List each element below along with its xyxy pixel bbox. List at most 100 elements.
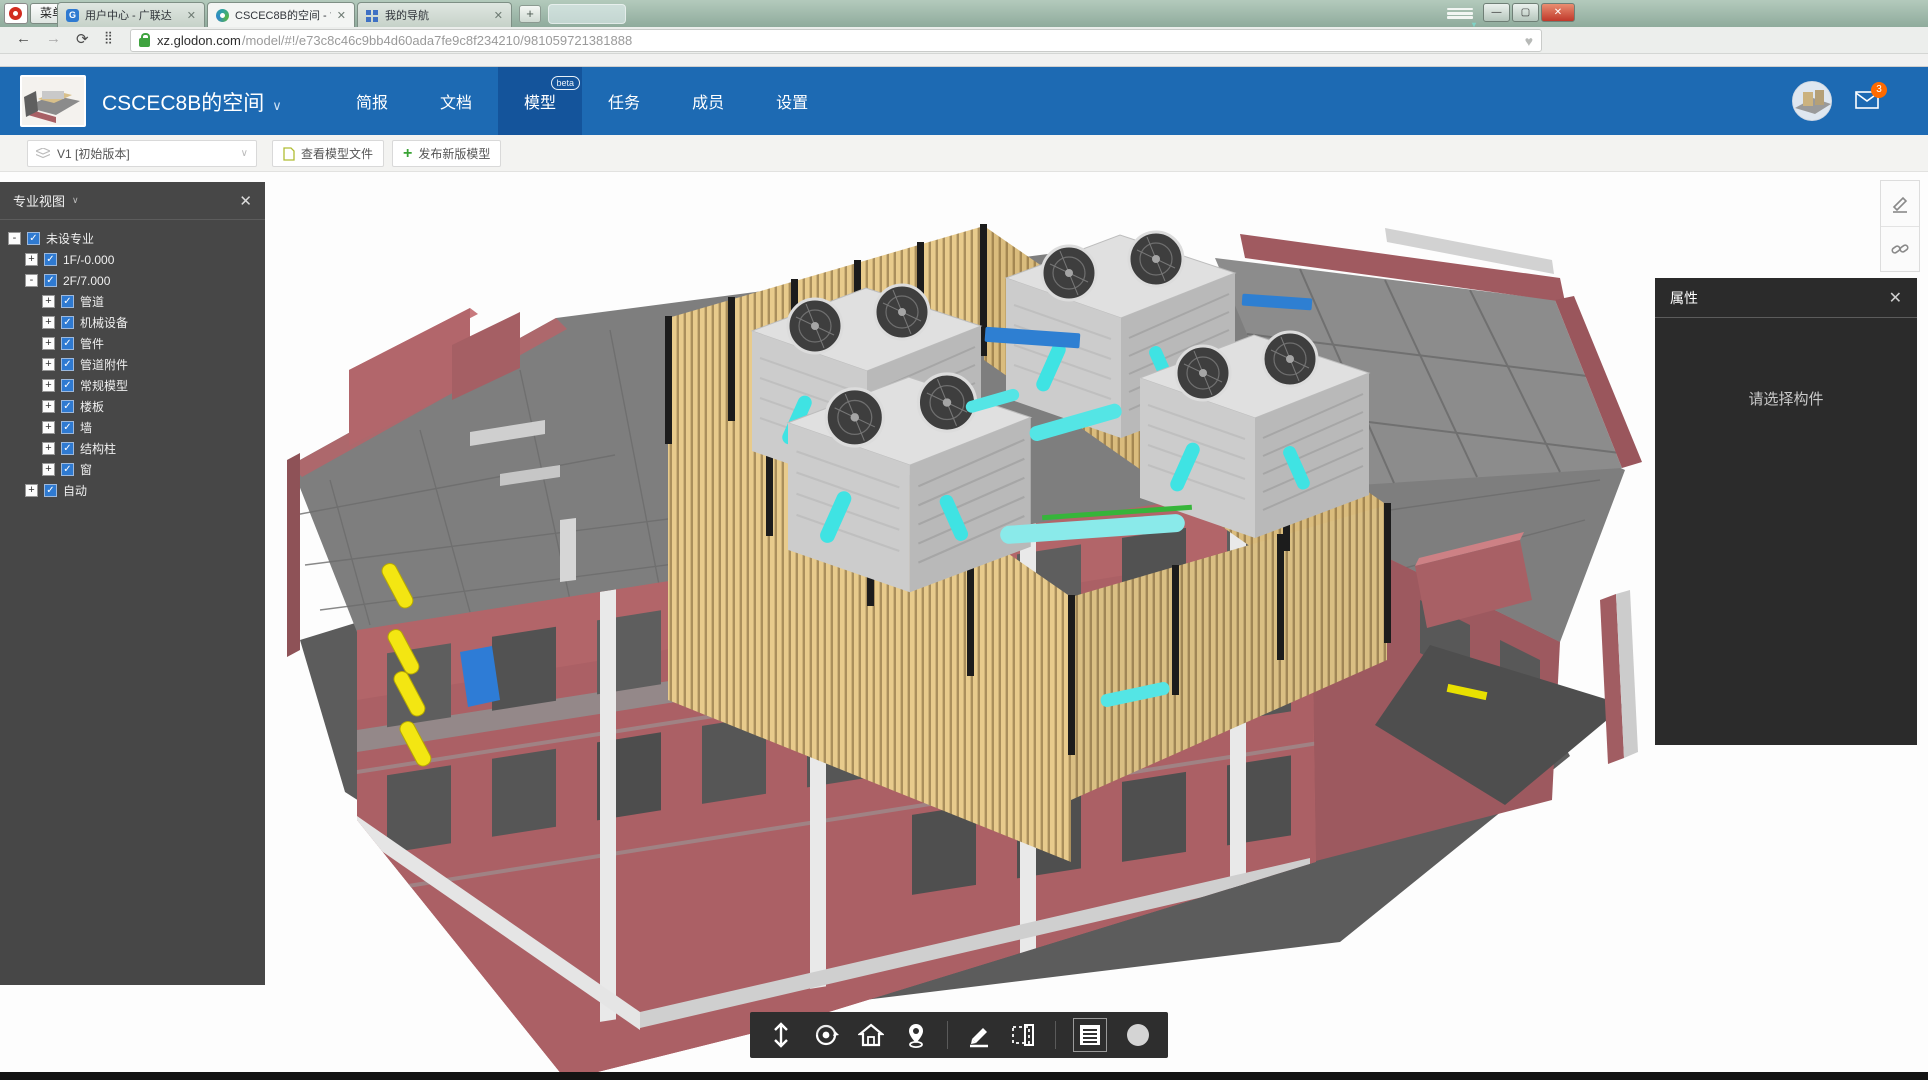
tree-row[interactable]: +✓管道	[0, 291, 265, 312]
render-mode-button[interactable]	[1124, 1021, 1152, 1049]
browser-tab[interactable]: 我的导航✕	[357, 2, 512, 27]
expand-icon[interactable]: +	[42, 295, 55, 308]
ghost-tab[interactable]	[548, 4, 626, 24]
section-button[interactable]	[1010, 1021, 1038, 1049]
browser-tab-bar: 菜单 G用户中心 - 广联达✕CSCEC8B的空间 - 协筑✕我的导航✕ + ▾…	[0, 0, 1928, 27]
tree-row[interactable]: +✓常规模型	[0, 375, 265, 396]
window-maximize-button[interactable]: ▢	[1512, 3, 1539, 22]
expand-icon[interactable]: +	[42, 358, 55, 371]
markup-edit-button[interactable]	[1881, 181, 1919, 226]
visibility-checkbox[interactable]: ✓	[61, 316, 74, 329]
browser-logo-icon[interactable]	[4, 3, 28, 24]
project-thumbnail[interactable]	[20, 75, 86, 127]
link-icon	[1890, 239, 1910, 259]
version-select[interactable]: V1 [初始版本] ∨	[27, 140, 257, 167]
avatar[interactable]	[1792, 81, 1832, 121]
tree-label: 结构柱	[80, 440, 116, 457]
model-viewport[interactable]	[0, 172, 1928, 1080]
visibility-checkbox[interactable]: ✓	[27, 232, 40, 245]
walkthrough-button[interactable]	[902, 1021, 930, 1049]
apps-grid-icon[interactable]: ⣿	[104, 30, 113, 44]
component-list-button[interactable]	[1073, 1018, 1107, 1052]
expand-icon[interactable]: +	[25, 253, 38, 266]
tree-row[interactable]: +✓墙	[0, 417, 265, 438]
expand-icon[interactable]: +	[42, 421, 55, 434]
toolbar-divider	[1055, 1021, 1056, 1049]
window-close-button[interactable]: ✕	[1541, 3, 1575, 22]
version-label: V1 [初始版本]	[57, 145, 130, 162]
tree-row[interactable]: +✓窗	[0, 459, 265, 480]
collapse-icon[interactable]: -	[8, 232, 21, 245]
file-icon	[283, 147, 295, 161]
collapse-icon[interactable]: -	[25, 274, 38, 287]
publish-model-button[interactable]: + 发布新版模型	[392, 140, 501, 167]
tab-close-icon[interactable]: ✕	[187, 9, 196, 22]
tree-row[interactable]: + ✓ 自动	[0, 480, 265, 501]
bookmark-heart-icon[interactable]: ♥	[1525, 33, 1533, 49]
forward-icon[interactable]: →	[46, 30, 61, 47]
properties-header: 属性 ✕	[1655, 278, 1917, 318]
nav-item-2[interactable]: 模型beta	[498, 67, 582, 135]
workspace-title[interactable]: CSCEC8B的空间∨	[102, 87, 282, 117]
nav-item-1[interactable]: 文档	[414, 67, 498, 135]
mail-button[interactable]: 3	[1855, 91, 1881, 110]
tree-row[interactable]: + ✓ 楼板	[0, 396, 265, 417]
nav-item-4[interactable]: 成员	[666, 67, 750, 135]
new-tab-button[interactable]: +	[519, 5, 541, 23]
view-model-files-button[interactable]: 查看模型文件	[272, 140, 384, 167]
visibility-checkbox[interactable]: ✓	[44, 484, 57, 497]
orbit-button[interactable]	[812, 1021, 840, 1049]
back-icon[interactable]: ←	[16, 30, 31, 47]
nav-item-5[interactable]: 设置	[750, 67, 834, 135]
visibility-checkbox[interactable]: ✓	[61, 400, 74, 413]
render-mode-icon	[1127, 1024, 1149, 1046]
browser-hamburger-icon[interactable]: ▾	[1447, 6, 1473, 22]
visibility-checkbox[interactable]: ✓	[61, 463, 74, 476]
expand-icon[interactable]: +	[25, 484, 38, 497]
nav-item-3[interactable]: 任务	[582, 67, 666, 135]
tab-close-icon[interactable]: ✕	[337, 9, 346, 22]
expand-icon[interactable]: +	[42, 463, 55, 476]
url-field[interactable]: xz.glodon.com/model/#!/e73c8c46c9bb4d60a…	[130, 29, 1542, 52]
tree-row[interactable]: +✓1F/-0.000	[0, 249, 265, 270]
markup-button[interactable]	[965, 1021, 993, 1049]
tree-label: 未设专业	[46, 230, 94, 247]
fit-view-button[interactable]	[767, 1021, 795, 1049]
tree-row[interactable]: + ✓ 结构柱	[0, 438, 265, 459]
home-icon	[858, 1022, 884, 1048]
visibility-checkbox[interactable]: ✓	[61, 358, 74, 371]
tree-row[interactable]: -✓ 未设专业	[0, 228, 265, 249]
tree-label: 楼板	[80, 398, 104, 415]
visibility-checkbox[interactable]: ✓	[44, 253, 57, 266]
expand-icon[interactable]: +	[42, 379, 55, 392]
refresh-icon[interactable]: ⟳	[76, 30, 89, 48]
model-tree: -✓未设专业+✓1F/-0.000-✓2F/7.000+✓管道+✓机械设备+✓管…	[0, 220, 265, 501]
expand-icon[interactable]: +	[42, 316, 55, 329]
visibility-checkbox[interactable]: ✓	[61, 379, 74, 392]
tree-label: 自动	[63, 482, 87, 499]
home-view-button[interactable]	[857, 1021, 885, 1049]
expand-icon[interactable]: +	[42, 442, 55, 455]
tree-row[interactable]: +✓管道附件	[0, 354, 265, 375]
share-link-button[interactable]	[1881, 226, 1919, 271]
expand-icon[interactable]: +	[42, 337, 55, 350]
tree-row[interactable]: +✓管件	[0, 333, 265, 354]
tree-row[interactable]: +✓机械设备	[0, 312, 265, 333]
visibility-checkbox[interactable]: ✓	[44, 274, 57, 287]
close-icon[interactable]: ✕	[239, 192, 252, 210]
visibility-checkbox[interactable]: ✓	[61, 295, 74, 308]
chevron-down-icon[interactable]: ∨	[72, 195, 79, 206]
close-icon[interactable]: ✕	[1889, 288, 1902, 308]
expand-icon[interactable]: +	[42, 400, 55, 413]
visibility-checkbox[interactable]: ✓	[61, 421, 74, 434]
nav-item-0[interactable]: 简报	[330, 67, 414, 135]
window-minimize-button[interactable]: —	[1483, 3, 1510, 22]
browser-tab[interactable]: G用户中心 - 广联达✕	[57, 2, 205, 27]
tree-row[interactable]: -✓ 2F/7.000	[0, 270, 265, 291]
visibility-checkbox[interactable]: ✓	[61, 442, 74, 455]
tab-close-icon[interactable]: ✕	[494, 9, 503, 22]
tree-label: 2F/7.000	[63, 274, 110, 288]
browser-tab[interactable]: CSCEC8B的空间 - 协筑✕	[207, 2, 355, 27]
visibility-checkbox[interactable]: ✓	[61, 337, 74, 350]
nav-label: 文档	[440, 89, 472, 113]
